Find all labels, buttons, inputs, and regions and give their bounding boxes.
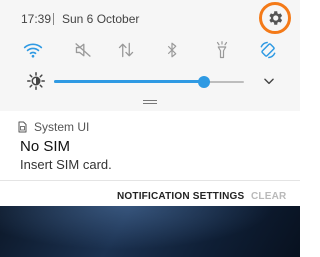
wifi-toggle[interactable] (21, 38, 45, 62)
brightness-slider-thumb[interactable] (198, 76, 210, 88)
flashlight-toggle[interactable] (210, 38, 234, 62)
wifi-icon (23, 43, 43, 58)
mobile-data-icon (118, 42, 134, 58)
auto-rotate-toggle[interactable] (256, 38, 280, 62)
clock: 17:39 (21, 12, 52, 26)
notification-header: System UI (16, 119, 89, 135)
brightness-row (0, 70, 300, 92)
notification-settings-button[interactable]: NOTIFICATION SETTINGS (117, 191, 244, 202)
drag-handle[interactable] (143, 100, 157, 101)
sound-toggle[interactable] (71, 38, 95, 62)
app-name: System UI (34, 120, 90, 134)
notification-text: Insert SIM card. (20, 157, 112, 172)
auto-rotate-icon (260, 41, 276, 59)
brightness-fill (54, 80, 204, 83)
wallpaper-highlight (0, 206, 300, 257)
flashlight-icon (216, 41, 228, 59)
status-divider (53, 13, 54, 25)
bluetooth-icon (167, 42, 177, 58)
notification-card[interactable]: System UI No SIM Insert SIM card. NOTIFI… (0, 111, 300, 206)
mute-icon (75, 42, 91, 58)
clear-button[interactable]: CLEAR (251, 191, 286, 202)
status-bar: 17:39 Sun 6 October (0, 0, 300, 36)
gear-icon (269, 11, 283, 25)
chevron-down-icon[interactable] (262, 74, 276, 88)
settings-button[interactable] (259, 2, 291, 34)
brightness-icon (27, 72, 45, 90)
notification-panel: 17:39 Sun 6 October System UI No SIM Ins… (0, 0, 300, 206)
notification-title: No SIM (20, 138, 71, 155)
quick-settings-row (0, 38, 300, 62)
sim-card-icon (18, 121, 27, 133)
notification-divider (0, 180, 300, 181)
mobile-data-toggle[interactable] (114, 38, 138, 62)
date: Sun 6 October (62, 12, 140, 26)
bluetooth-toggle[interactable] (160, 38, 184, 62)
